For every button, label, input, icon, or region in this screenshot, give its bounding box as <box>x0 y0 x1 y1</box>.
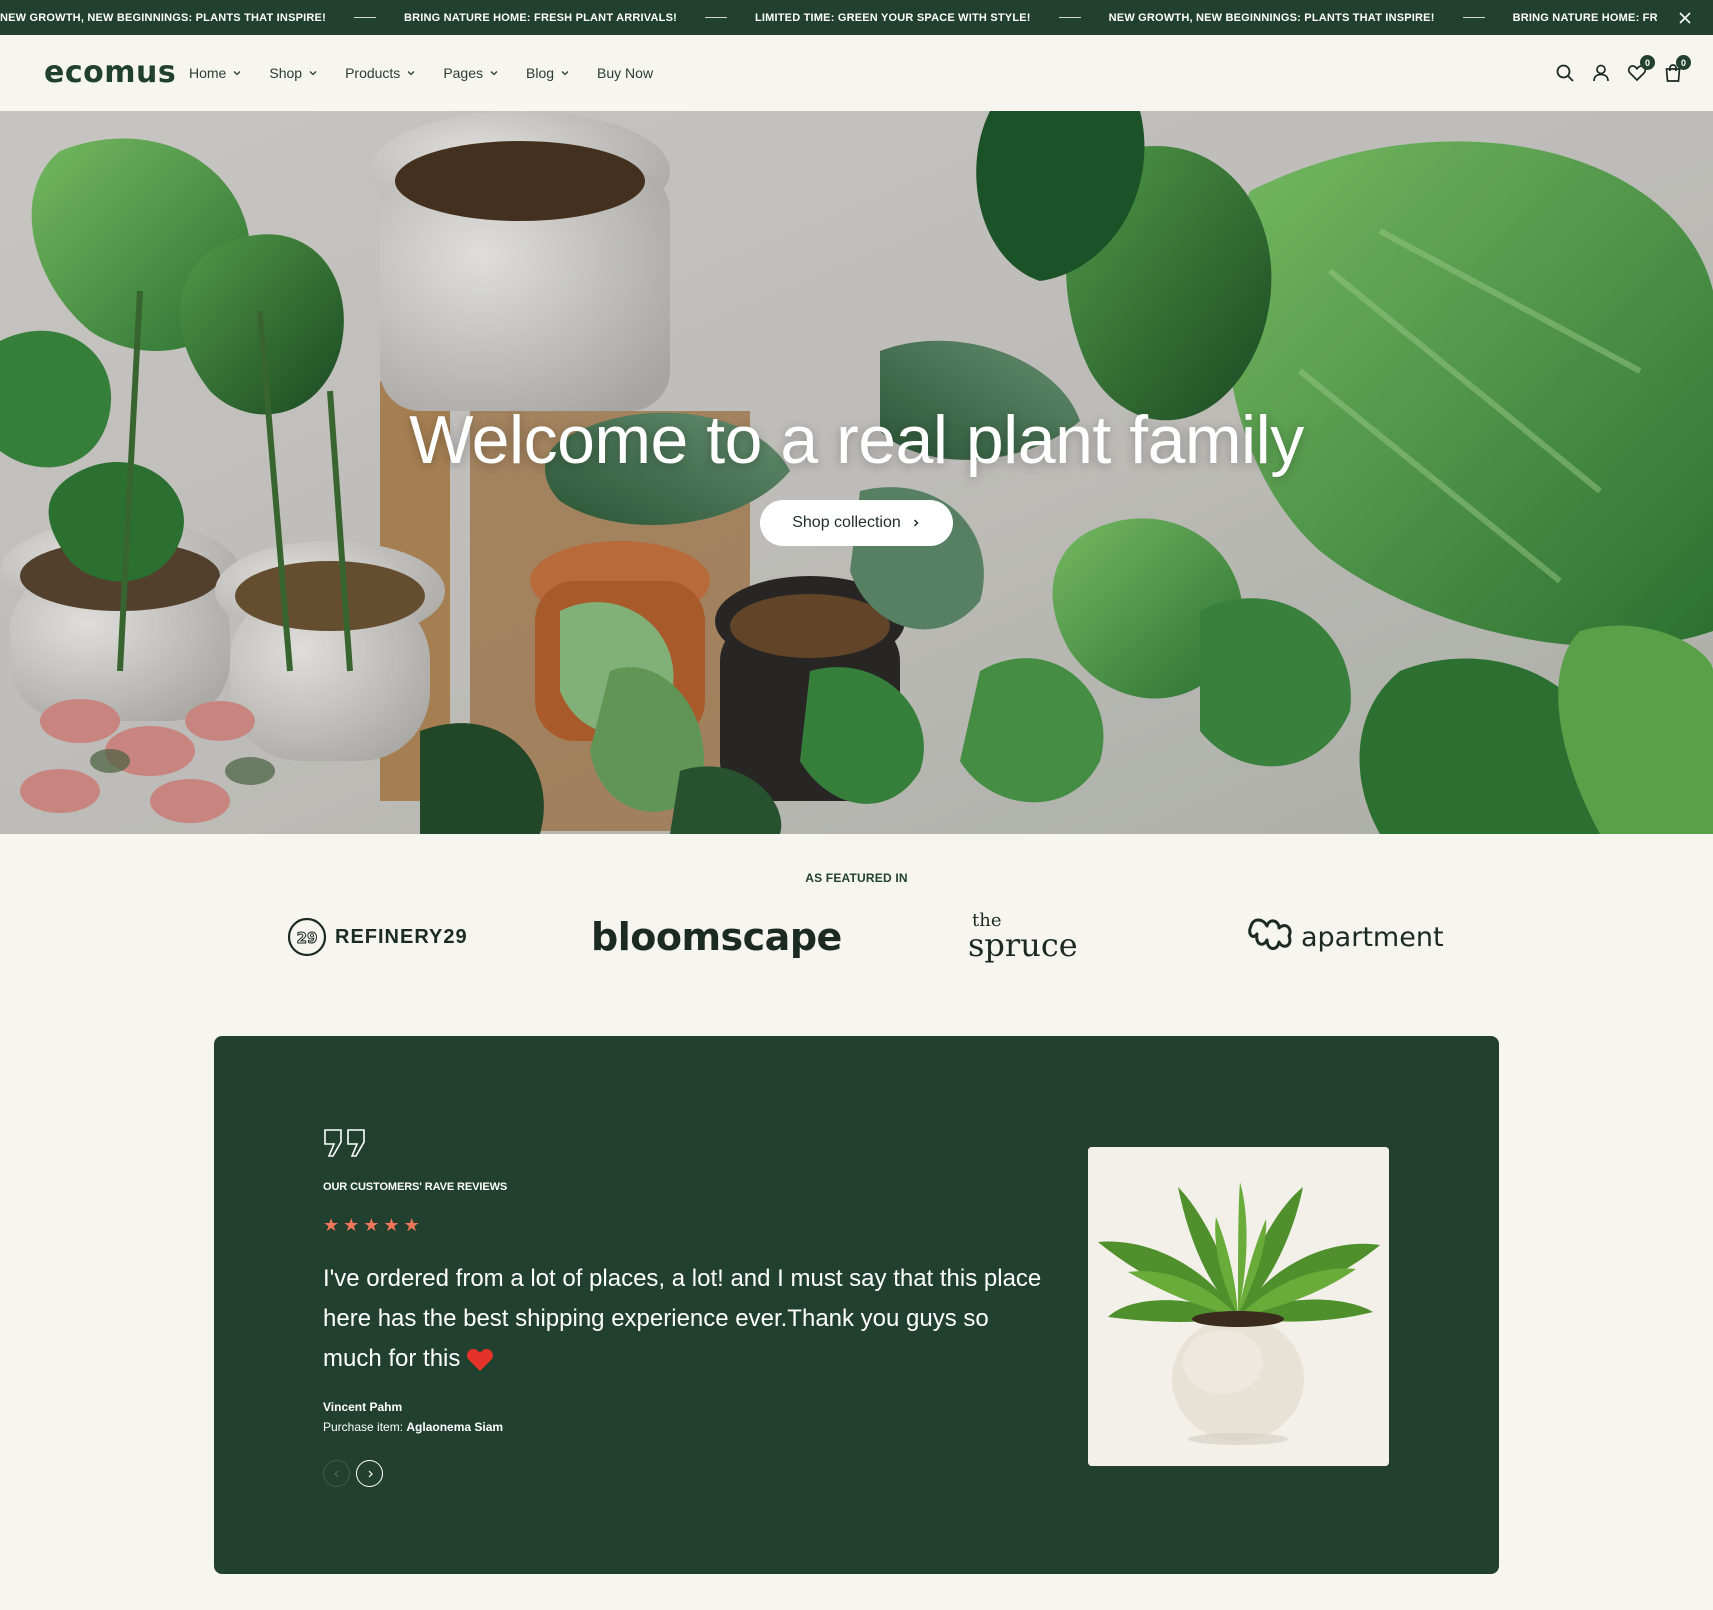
brand-logo-bloomscape: bloomscape <box>591 915 842 959</box>
nav-item-buy-now[interactable]: Buy Now <box>597 65 653 81</box>
site-header: ecomus Home Shop Products Pages Blog Buy… <box>0 35 1713 111</box>
brand-name: REFINERY29 <box>335 925 468 948</box>
nav-item-label: Pages <box>443 65 484 81</box>
announcement-message: LIMITED TIME: GREEN YOUR SPACE WITH STYL… <box>754 11 1031 24</box>
announcement-separator <box>1058 17 1081 18</box>
apartment-mark-icon <box>1248 918 1292 950</box>
announcement-message: NEW GROWTH, NEW BEGINNINGS: PLANTS THAT … <box>0 11 326 24</box>
main-nav: Home Shop Products Pages Blog Buy Now <box>189 35 653 111</box>
nav-item-products[interactable]: Products <box>345 65 416 81</box>
birds-nest-fern-image <box>1088 1147 1389 1466</box>
star-icon: ★ <box>383 1215 400 1235</box>
previous-review-button[interactable] <box>323 1460 350 1487</box>
announcement-track: NEW GROWTH, NEW BEGINNINGS: PLANTS THAT … <box>0 0 1713 35</box>
chevron-right-icon <box>913 519 919 527</box>
purchase-item: Aglaonema Siam <box>406 1420 504 1434</box>
reviewed-product-image <box>1088 1147 1389 1466</box>
chevron-left-icon <box>333 1470 338 1477</box>
announcement-message: BRING NATURE HOME: FRESH PLANT ARRIVALS! <box>403 11 677 24</box>
nav-item-shop[interactable]: Shop <box>269 65 318 81</box>
chevron-down-icon <box>561 71 569 76</box>
announcement-separator <box>1462 17 1485 18</box>
chevron-down-icon <box>233 71 241 76</box>
site-logo[interactable]: ecomus <box>44 55 176 90</box>
star-icon: ★ <box>403 1215 420 1235</box>
review-quote: I've ordered from a lot of places, a lot… <box>323 1265 1042 1372</box>
account-button[interactable] <box>1591 63 1611 83</box>
wishlist-button[interactable]: 0 <box>1627 55 1655 83</box>
brand-logo-the-spruce: the spruce <box>968 905 1078 969</box>
nav-item-label: Products <box>345 65 401 81</box>
brand-logo-apartment-therapy: apartment <box>1245 905 1444 969</box>
nav-item-pages[interactable]: Pages <box>443 65 499 81</box>
shop-collection-button[interactable]: Shop collection <box>760 500 953 546</box>
search-button[interactable] <box>1555 63 1575 83</box>
quote-icon <box>324 1129 365 1157</box>
cart-count-badge: 0 <box>1676 55 1691 70</box>
red-heart-icon <box>467 1348 494 1371</box>
brand-logo-refinery29: 29 REFINERY29 <box>287 905 468 969</box>
refinery29-mark-icon: 29 <box>287 917 327 957</box>
hero-title: Welcome to a real plant family <box>409 402 1304 478</box>
announcement-message: NEW GROWTH, NEW BEGINNINGS: PLANTS THAT … <box>1108 11 1435 24</box>
wishlist-count-badge: 0 <box>1640 55 1655 70</box>
star-icon: ★ <box>363 1215 380 1235</box>
review-section-title: OUR CUSTOMERS' RAVE REVIEWS <box>323 1181 508 1193</box>
search-icon <box>1556 64 1574 82</box>
user-icon <box>1593 64 1609 82</box>
brand-name: spruce <box>968 926 1078 964</box>
nav-item-blog[interactable]: Blog <box>526 65 570 81</box>
hero-banner: Welcome to a real plant family Shop coll… <box>0 111 1713 834</box>
shop-collection-label: Shop collection <box>792 514 901 531</box>
brand-name: apartment <box>1301 921 1444 953</box>
chevron-down-icon <box>407 71 415 76</box>
nav-item-home[interactable]: Home <box>189 65 242 81</box>
featured-label: AS FEATURED IN <box>805 871 908 885</box>
nav-item-label: Shop <box>269 65 303 81</box>
announcement-separator <box>704 17 727 18</box>
customer-review-card: OUR CUSTOMERS' RAVE REVIEWS ★ ★ ★ ★ ★ I'… <box>214 1036 1499 1574</box>
star-icon: ★ <box>323 1215 340 1235</box>
announcement-separator <box>353 17 376 18</box>
announcement-close-button[interactable] <box>1657 0 1713 35</box>
purchase-info: Purchase item: Aglaonema Siam <box>323 1420 503 1434</box>
cart-button[interactable]: 0 <box>1663 55 1691 83</box>
review-pagination <box>323 1460 383 1487</box>
close-icon <box>1679 11 1691 24</box>
chevron-down-icon <box>490 71 498 76</box>
nav-item-label: Home <box>189 65 227 81</box>
star-icon: ★ <box>343 1215 360 1235</box>
nav-item-label: Buy Now <box>597 65 654 81</box>
announcement-bar: NEW GROWTH, NEW BEGINNINGS: PLANTS THAT … <box>0 0 1713 35</box>
review-text: I've ordered from a lot of places, a lot… <box>323 1259 1043 1379</box>
purchase-label: Purchase item: <box>323 1420 404 1434</box>
reviewer-name: Vincent Pahm <box>323 1400 403 1414</box>
nav-item-label: Blog <box>526 65 555 81</box>
svg-text:29: 29 <box>297 929 318 947</box>
chevron-down-icon <box>309 71 317 76</box>
header-icons: 0 0 <box>1555 35 1691 111</box>
next-review-button[interactable] <box>356 1460 383 1487</box>
star-rating: ★ ★ ★ ★ ★ <box>323 1216 420 1234</box>
chevron-right-icon <box>368 1470 373 1477</box>
